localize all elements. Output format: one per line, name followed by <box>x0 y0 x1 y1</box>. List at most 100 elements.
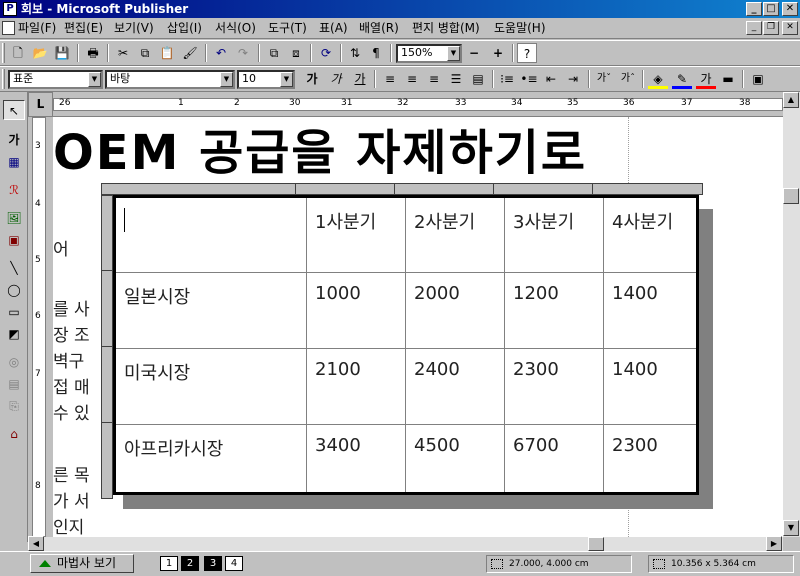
close-button[interactable]: ✕ <box>782 2 798 16</box>
page-2-button[interactable]: 2 <box>181 556 199 571</box>
menu-edit[interactable]: 편집(E) <box>64 21 103 36</box>
font-combo[interactable]: 바탕 ▼ <box>105 70 235 89</box>
cut-icon[interactable]: ✂ <box>113 43 133 63</box>
horizontal-scroll-thumb[interactable] <box>588 537 604 551</box>
column-divider[interactable] <box>295 184 296 194</box>
wordart-tool-icon[interactable]: ℛ <box>3 180 25 200</box>
row-divider[interactable] <box>102 422 112 423</box>
increase-indent-icon[interactable]: ⇥ <box>563 69 583 89</box>
custom-shapes-tool-icon[interactable]: ◩ <box>3 324 25 344</box>
table-frame-tool-icon[interactable]: ▦ <box>3 152 25 172</box>
decrease-font-icon[interactable]: 가ˇ <box>594 69 614 89</box>
table-cell[interactable]: 2100 <box>306 348 406 425</box>
menu-format[interactable]: 서식(O) <box>215 21 256 36</box>
picture-frame-tool-icon[interactable]: 🖼 <box>3 208 25 228</box>
menu-help[interactable]: 도움말(H) <box>494 21 546 36</box>
page-1-button[interactable]: 1 <box>160 556 178 571</box>
style-combo[interactable]: 표준 ▼ <box>8 70 103 89</box>
table-cell[interactable]: 1400 <box>603 348 698 425</box>
scroll-down-icon[interactable]: ▼ <box>783 520 799 536</box>
scroll-up-icon[interactable]: ▲ <box>783 92 799 108</box>
align-right-icon[interactable]: ≡ <box>424 69 444 89</box>
scroll-left-icon[interactable]: ◀ <box>28 536 44 551</box>
table-cell[interactable]: 1200 <box>504 272 604 349</box>
undo-icon[interactable]: ↶ <box>211 43 231 63</box>
row-divider[interactable] <box>102 270 112 271</box>
chevron-down-icon[interactable]: ▼ <box>88 72 101 87</box>
page-3-button[interactable]: 3 <box>204 556 222 571</box>
text-direction-icon[interactable]: ⇅ <box>345 43 365 63</box>
copy-icon[interactable]: ⧉ <box>135 43 155 63</box>
menu-mail-merge[interactable]: 편지 병합(M) <box>412 21 480 36</box>
new-icon[interactable]: 🗋 <box>8 43 28 63</box>
vertical-scroll-thumb[interactable] <box>783 188 799 204</box>
publisher-app-icon[interactable]: P <box>3 2 17 16</box>
doc-restore-button[interactable]: ❐ <box>763 21 779 35</box>
ole-object-tool-icon[interactable]: ◎ <box>3 352 25 372</box>
redo-icon[interactable]: ↷ <box>233 43 253 63</box>
table-cell[interactable]: 6700 <box>504 424 604 494</box>
menu-view[interactable]: 보기(V) <box>114 21 154 36</box>
text-frame-tool-icon[interactable]: 가 <box>3 130 25 150</box>
form-control-tool-icon[interactable]: ▤ <box>3 374 25 394</box>
table-cell[interactable]: 2사분기 <box>405 196 505 273</box>
menu-insert[interactable]: 삽입(I) <box>167 21 202 36</box>
vertical-scrollbar[interactable]: ▲ ▼ <box>783 92 800 537</box>
menu-table[interactable]: 표(A) <box>319 21 348 36</box>
table-cell[interactable]: 2300 <box>603 424 698 494</box>
font-color-icon[interactable]: 가 <box>696 69 716 89</box>
design-gallery-object-icon[interactable]: ⌂ <box>3 424 25 444</box>
document-canvas[interactable]: OEM 공급을 자제하기로 어 를 사 장 조 벽구 접 매 수 있 른 목 가… <box>53 117 783 537</box>
oval-tool-icon[interactable]: ◯ <box>3 280 25 300</box>
show-special-characters-icon[interactable]: ¶ <box>366 43 386 63</box>
distribute-icon[interactable]: ▤ <box>468 69 488 89</box>
column-divider[interactable] <box>394 184 395 194</box>
zoom-in-button[interactable]: + <box>488 43 508 63</box>
clipart-tool-icon[interactable]: ▣ <box>3 230 25 250</box>
table-cell[interactable]: 아프리카시장 <box>114 424 307 494</box>
table-cell[interactable]: 1사분기 <box>306 196 406 273</box>
quarterly-table[interactable]: 1사분기 2사분기 3사분기 4사분기 일본시장 1000 2000 1200 … <box>113 195 699 495</box>
line-style-icon[interactable]: ▬ <box>718 69 738 89</box>
italic-button[interactable]: 가 <box>326 69 346 89</box>
zoom-out-button[interactable]: − <box>464 43 484 63</box>
decrease-indent-icon[interactable]: ⇤ <box>541 69 561 89</box>
doc-close-button[interactable]: ✕ <box>782 21 798 35</box>
format-painter-icon[interactable]: 🖌 <box>180 43 200 63</box>
table-cell[interactable]: 미국시장 <box>114 348 307 425</box>
save-icon[interactable]: 💾 <box>52 43 72 63</box>
html-fragment-tool-icon[interactable]: ⎘ <box>3 396 25 416</box>
doc-minimize-button[interactable]: _ <box>746 21 762 35</box>
ruler-corner[interactable]: L <box>28 92 53 117</box>
chevron-down-icon[interactable]: ▼ <box>447 46 460 61</box>
bring-to-front-icon[interactable]: ⧉ <box>264 43 284 63</box>
column-divider[interactable] <box>592 184 593 194</box>
font-size-combo[interactable]: 10 ▼ <box>237 70 295 89</box>
bullets-icon[interactable]: •≡ <box>519 69 539 89</box>
table-cell[interactable]: 2000 <box>405 272 505 349</box>
menu-file[interactable]: 파일(F) <box>18 21 56 36</box>
numbering-icon[interactable]: ⁝≡ <box>497 69 517 89</box>
zoom-combo[interactable]: 150% ▼ <box>396 44 462 63</box>
maximize-button[interactable]: □ <box>763 2 779 16</box>
justify-icon[interactable]: ☰ <box>446 69 466 89</box>
menu-tools[interactable]: 도구(T) <box>268 21 307 36</box>
page-heading[interactable]: OEM 공급을 자제하기로 <box>53 123 587 183</box>
row-selector-bar[interactable] <box>101 195 113 499</box>
table-cell[interactable]: 2300 <box>504 348 604 425</box>
line-tool-icon[interactable]: ╲ <box>3 258 25 278</box>
shadow-icon[interactable]: ▣ <box>748 69 768 89</box>
page-4-button[interactable]: 4 <box>225 556 243 571</box>
table-cell[interactable]: 일본시장 <box>114 272 307 349</box>
scroll-right-icon[interactable]: ▶ <box>766 536 782 551</box>
align-left-icon[interactable]: ≡ <box>380 69 400 89</box>
column-selector-bar[interactable] <box>101 183 703 195</box>
fill-color-icon[interactable]: ◈ <box>648 69 668 89</box>
increase-font-icon[interactable]: 가ˆ <box>618 69 638 89</box>
table-cell[interactable]: 3400 <box>306 424 406 494</box>
row-divider[interactable] <box>102 346 112 347</box>
send-to-back-icon[interactable]: ⧈ <box>286 43 306 63</box>
horizontal-scrollbar[interactable]: ◀ ▶ <box>28 536 783 551</box>
help-icon[interactable]: ? <box>517 43 537 63</box>
pointer-tool-icon[interactable]: ↖ <box>3 100 25 120</box>
